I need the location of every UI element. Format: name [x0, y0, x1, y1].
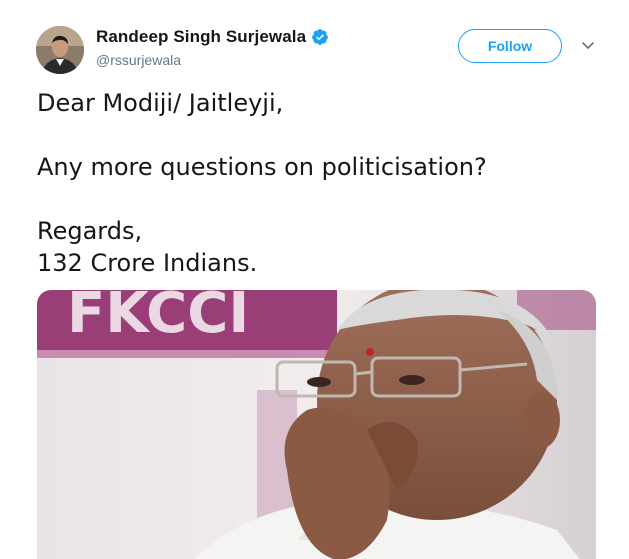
tweet-text-line: Any more questions on politicisation? — [37, 153, 487, 181]
tweet-text-line: 132 Crore Indians. — [37, 249, 258, 277]
author-name-row[interactable]: Randeep Singh Surjewala — [96, 27, 329, 47]
tweet-card: Randeep Singh Surjewala @rssurjewala Fol… — [0, 0, 629, 559]
tweet-text: Dear Modiji/ Jaitleyji, Any more questio… — [37, 87, 487, 279]
banner-text: FKCCI — [67, 290, 249, 346]
verified-badge-icon — [312, 29, 329, 45]
tweet-text-line: Dear Modiji/ Jaitleyji, — [37, 89, 284, 117]
profile-photo-icon — [36, 26, 84, 74]
author-handle[interactable]: @rssurjewala — [96, 52, 181, 68]
tweet-media-photo[interactable]: FKCCI — [37, 290, 596, 559]
photo-image: FKCCI — [37, 290, 596, 559]
avatar[interactable] — [36, 26, 84, 74]
follow-button[interactable]: Follow — [458, 29, 562, 63]
chevron-down-icon[interactable] — [580, 40, 596, 52]
tweet-text-line: Regards, — [37, 217, 143, 245]
author-name[interactable]: Randeep Singh Surjewala — [96, 27, 306, 47]
